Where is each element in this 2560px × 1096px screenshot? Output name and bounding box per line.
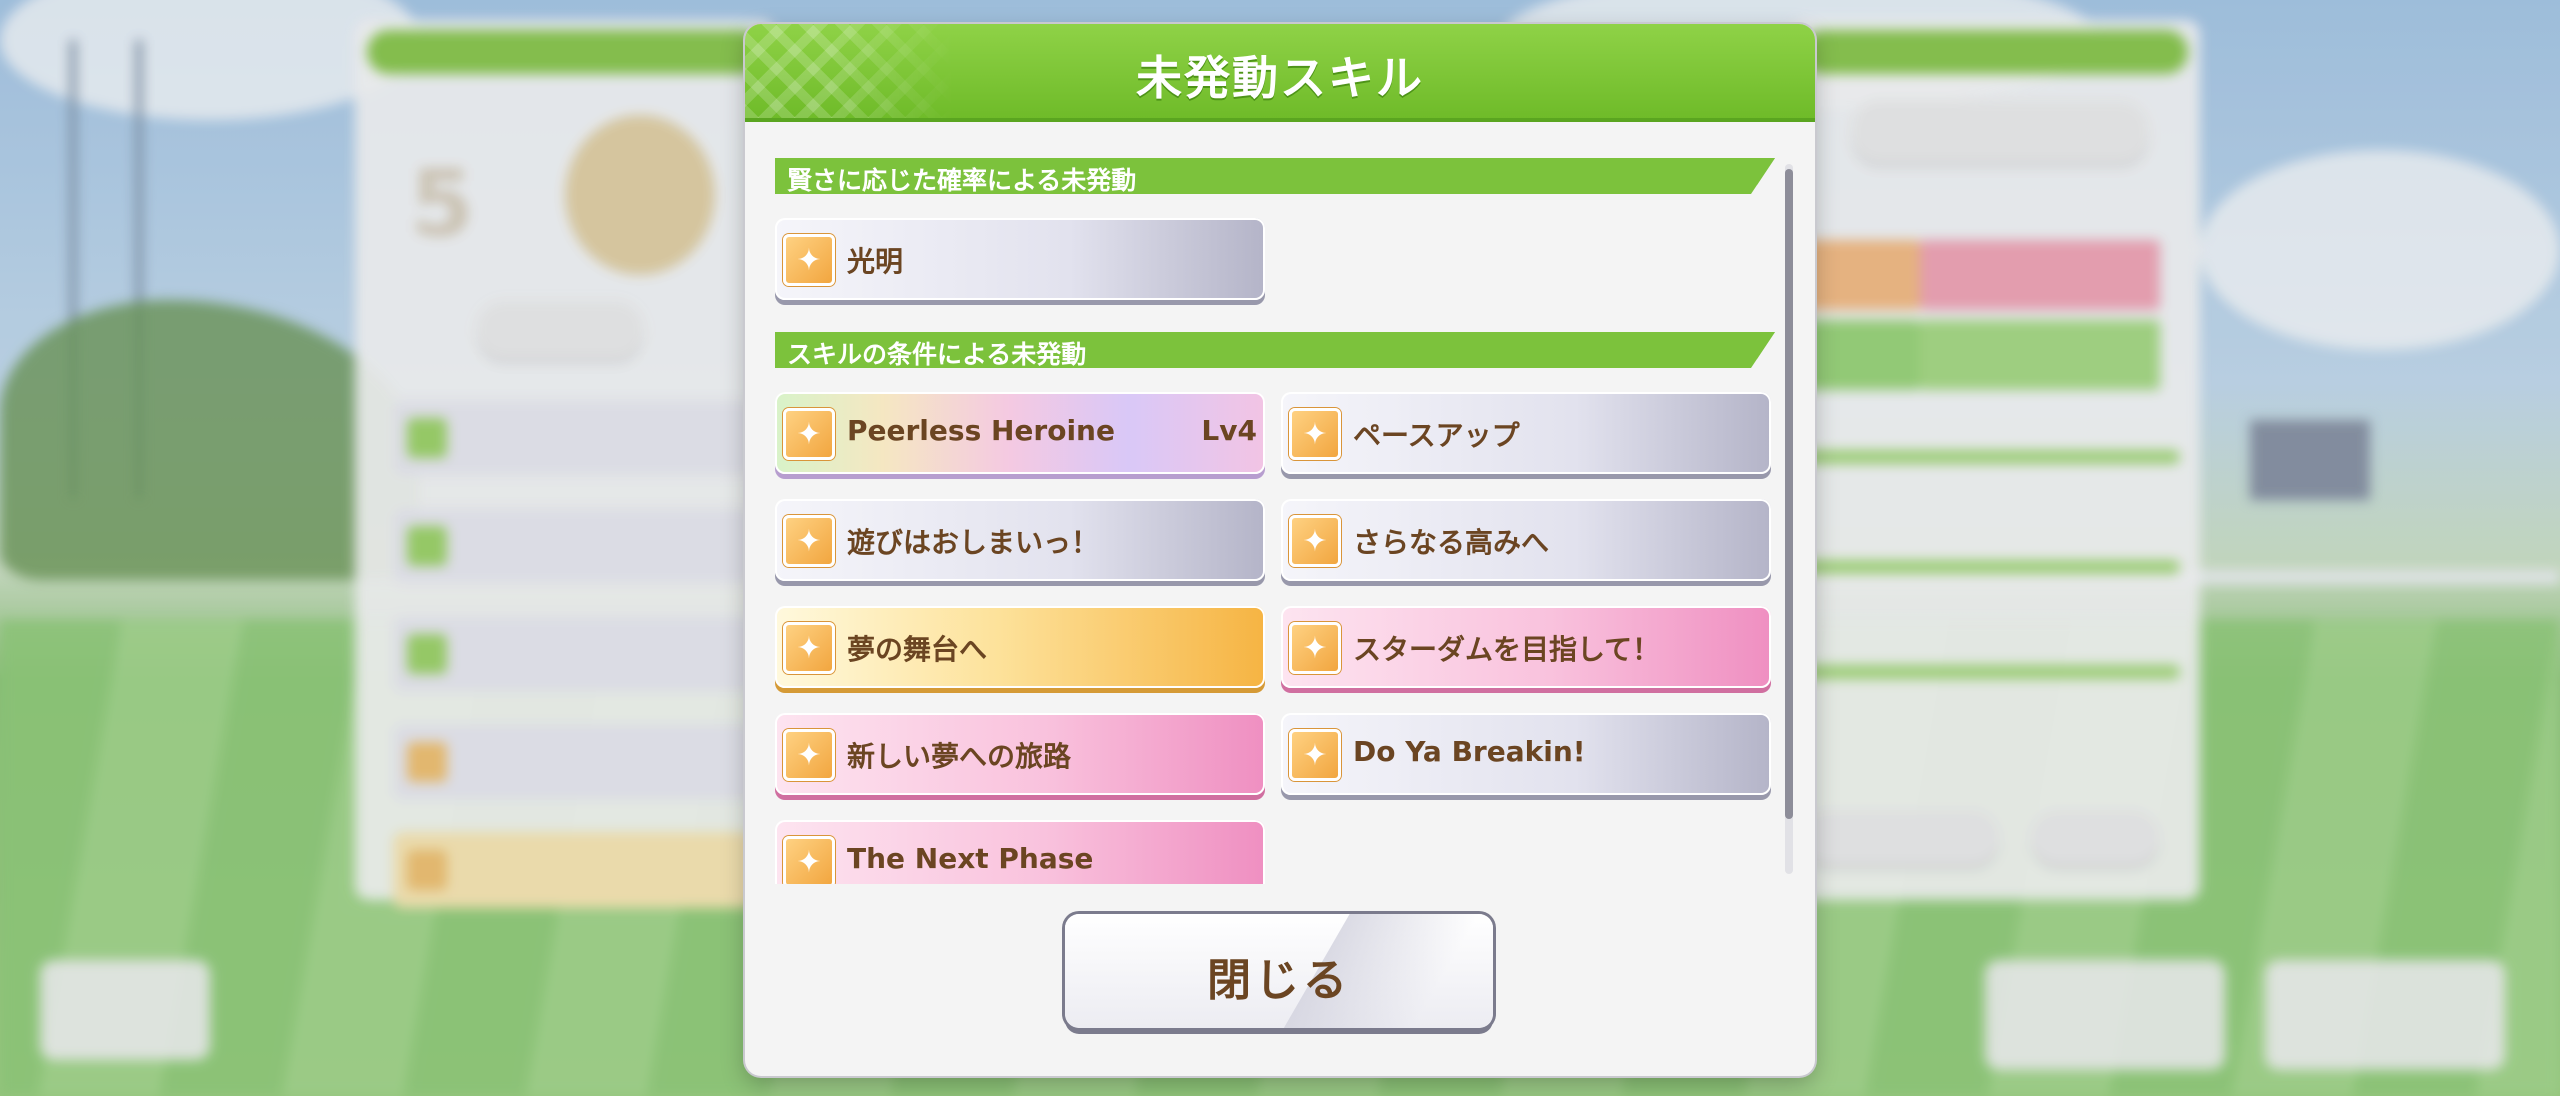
skill-card[interactable]: ✦ 遊びはおしまいっ！ bbox=[775, 499, 1265, 581]
skill-name: The Next Phase bbox=[847, 842, 1094, 875]
skill-card[interactable]: ✦ Peerless Heroine Lv4 bbox=[775, 392, 1265, 474]
skill-icon: ✦ bbox=[783, 836, 835, 884]
skill-card[interactable]: ✦ The Next Phase bbox=[775, 820, 1265, 884]
skill-name: スターダムを目指して！ bbox=[1353, 633, 1661, 666]
skill-name: 光明 bbox=[847, 245, 904, 278]
close-button-label: 閉じる bbox=[1207, 955, 1351, 1006]
skill-name: ペースアップ bbox=[1353, 419, 1520, 452]
skill-card[interactable]: ✦ 夢の舞台へ bbox=[775, 606, 1265, 688]
skill-name: Do Ya Breakin! bbox=[1353, 735, 1586, 768]
skill-icon: ✦ bbox=[783, 515, 835, 567]
section-label: スキルの条件による未発動 bbox=[787, 340, 1087, 369]
unactivated-skills-dialog: 未発動スキル 賢さに応じた確率による未発動 ✦ 光明 スキルの条件による未発動 … bbox=[745, 24, 1815, 1076]
skill-card[interactable]: ✦ さらなる高みへ bbox=[1281, 499, 1771, 581]
skill-level: Lv4 bbox=[1201, 414, 1257, 447]
skill-name: Peerless Heroine bbox=[847, 414, 1115, 447]
skill-icon: ✦ bbox=[1289, 622, 1341, 674]
skill-card[interactable]: ✦ ペースアップ bbox=[1281, 392, 1771, 474]
skill-name: 夢の舞台へ bbox=[847, 633, 988, 666]
dialog-header: 未発動スキル bbox=[745, 24, 1815, 122]
skill-icon: ✦ bbox=[783, 622, 835, 674]
skill-card[interactable]: ✦ 光明 bbox=[775, 218, 1265, 300]
skill-icon: ✦ bbox=[783, 408, 835, 460]
dialog-title: 未発動スキル bbox=[1136, 51, 1424, 105]
skill-card[interactable]: ✦ Do Ya Breakin! bbox=[1281, 713, 1771, 795]
skill-icon: ✦ bbox=[1289, 729, 1341, 781]
skill-list[interactable]: 賢さに応じた確率による未発動 ✦ 光明 スキルの条件による未発動 ✦ Peerl… bbox=[775, 134, 1790, 884]
skill-card[interactable]: ✦ 新しい夢への旅路 bbox=[775, 713, 1265, 795]
scrollbar-thumb[interactable] bbox=[1785, 169, 1793, 819]
section-header-condition: スキルの条件による未発動 bbox=[775, 332, 1775, 368]
skill-icon: ✦ bbox=[783, 234, 835, 286]
skill-card[interactable]: ✦ スターダムを目指して！ bbox=[1281, 606, 1771, 688]
skill-name: 新しい夢への旅路 bbox=[847, 740, 1072, 773]
section-header-wisdom: 賢さに応じた確率による未発動 bbox=[775, 158, 1775, 194]
section-label: 賢さに応じた確率による未発動 bbox=[787, 166, 1137, 195]
skill-icon: ✦ bbox=[783, 729, 835, 781]
skill-name: 遊びはおしまいっ！ bbox=[847, 526, 1100, 559]
close-button[interactable]: 閉じる bbox=[1065, 914, 1493, 1028]
skill-icon: ✦ bbox=[1289, 515, 1341, 567]
skill-icon: ✦ bbox=[1289, 408, 1341, 460]
skill-name: さらなる高みへ bbox=[1353, 526, 1550, 559]
